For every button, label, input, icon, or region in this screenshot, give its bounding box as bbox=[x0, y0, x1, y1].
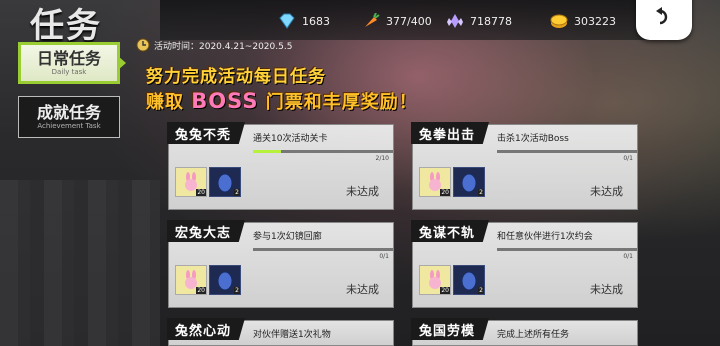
task-title: 兔兔不秃 bbox=[167, 122, 246, 144]
task-card: 兔兔不秃 通关10次活动关卡 2/10 20 2 未达成 bbox=[167, 122, 394, 210]
reward-egg[interactable]: 2 bbox=[453, 265, 485, 295]
crystal-icon bbox=[447, 14, 463, 28]
reward-egg[interactable]: 2 bbox=[209, 265, 241, 295]
reward-count: 20 bbox=[440, 287, 450, 294]
tab-daily-sublabel: Daily task bbox=[51, 68, 87, 76]
task-title: 兔拳出击 bbox=[411, 122, 490, 144]
diamond-icon bbox=[279, 13, 295, 29]
task-title: 兔国劳模 bbox=[411, 318, 490, 340]
reward-count: 20 bbox=[196, 287, 206, 294]
carrot-count: 377/400 bbox=[386, 14, 432, 28]
gold-count: 303223 bbox=[574, 14, 616, 28]
resource-crystal[interactable]: 718778 bbox=[446, 12, 512, 30]
tab-daily-label: 日常任务 bbox=[36, 49, 101, 68]
task-progress-bar bbox=[253, 150, 393, 153]
reward-count: 2 bbox=[478, 189, 484, 196]
reward-bunny-ticket[interactable]: 20 bbox=[419, 265, 451, 295]
page-title: 任务 bbox=[30, 6, 102, 46]
task-description: 和任意伙伴进行1次约会 bbox=[497, 232, 593, 242]
task-status: 未达成 bbox=[346, 283, 379, 296]
back-arrow-icon bbox=[656, 7, 668, 25]
task-description: 通关10次活动关卡 bbox=[253, 134, 328, 144]
reward-count: 2 bbox=[478, 287, 484, 294]
task-progress-text: 0/1 bbox=[379, 253, 389, 260]
task-card: 兔国劳模 完成上述所有任务 bbox=[411, 318, 638, 346]
egg-icon bbox=[461, 271, 477, 291]
reward-egg[interactable]: 2 bbox=[453, 167, 485, 197]
egg-icon bbox=[217, 271, 233, 291]
tab-achievement-sublabel: Achievement Task bbox=[37, 122, 101, 130]
reward-bunny-ticket[interactable]: 20 bbox=[175, 265, 207, 295]
crystal-count: 718778 bbox=[470, 14, 512, 28]
task-progress-text: 0/1 bbox=[623, 253, 633, 260]
background-scenery bbox=[0, 180, 160, 346]
reward-count: 20 bbox=[196, 189, 206, 196]
carrot-icon bbox=[365, 13, 380, 27]
task-card: 兔谋不轨 和任意伙伴进行1次约会 0/1 20 2 未达成 bbox=[411, 220, 638, 308]
reward-count: 2 bbox=[234, 189, 240, 196]
gold-coin-icon bbox=[550, 14, 568, 28]
task-title: 兔然心动 bbox=[167, 318, 246, 340]
task-progress-bar bbox=[497, 248, 637, 251]
task-progress-bar bbox=[253, 248, 393, 251]
task-description: 对伙伴赠送1次礼物 bbox=[253, 330, 331, 340]
task-progress-bar bbox=[497, 150, 637, 153]
task-title: 兔谋不轨 bbox=[411, 220, 490, 242]
task-card: 兔拳出击 击杀1次活动Boss 0/1 20 2 未达成 bbox=[411, 122, 638, 210]
tab-achievement-tasks[interactable]: 成就任务 Achievement Task bbox=[18, 96, 120, 138]
event-time: 活动时间：2020.4.21~2020.5.5 bbox=[136, 38, 292, 52]
task-card: 兔然心动 对伙伴赠送1次礼物 bbox=[167, 318, 394, 346]
reward-count: 2 bbox=[234, 287, 240, 294]
resource-diamond[interactable]: 1683 bbox=[278, 12, 330, 30]
reward-bunny-ticket[interactable]: 20 bbox=[175, 167, 207, 197]
resource-gold[interactable]: 303223 bbox=[550, 12, 616, 30]
egg-icon bbox=[217, 173, 233, 193]
diamond-count: 1683 bbox=[302, 14, 330, 28]
task-title: 宏兔大志 bbox=[167, 220, 246, 242]
task-description: 完成上述所有任务 bbox=[497, 330, 570, 340]
banner-prefix: 赚取 bbox=[146, 92, 184, 113]
egg-icon bbox=[461, 173, 477, 193]
reward-count: 20 bbox=[440, 189, 450, 196]
task-progress-fill bbox=[253, 150, 281, 153]
task-progress-text: 2/10 bbox=[375, 155, 389, 162]
task-card: 宏兔大志 参与1次幻镜回廊 0/1 20 2 未达成 bbox=[167, 220, 394, 308]
task-description: 参与1次幻镜回廊 bbox=[253, 232, 322, 242]
reward-bunny-ticket[interactable]: 20 bbox=[419, 167, 451, 197]
task-status: 未达成 bbox=[346, 185, 379, 198]
back-button[interactable] bbox=[636, 0, 692, 40]
event-time-label: 活动时间：2020.4.21~2020.5.5 bbox=[154, 41, 293, 52]
task-progress-text: 0/1 bbox=[623, 155, 633, 162]
banner-boss: BOSS bbox=[191, 89, 259, 113]
clock-icon bbox=[136, 38, 150, 52]
tab-daily-tasks[interactable]: 日常任务 Daily task bbox=[18, 42, 120, 84]
resource-carrot[interactable]: 377/400 bbox=[362, 12, 432, 30]
banner-subheadline: 赚取 BOSS 门票和丰厚奖励！ bbox=[146, 88, 418, 114]
banner-suffix: 门票和丰厚奖励！ bbox=[265, 92, 418, 113]
task-status: 未达成 bbox=[590, 185, 623, 198]
tab-pointer bbox=[118, 56, 126, 70]
tab-achievement-label: 成就任务 bbox=[36, 103, 101, 122]
reward-egg[interactable]: 2 bbox=[209, 167, 241, 197]
task-status: 未达成 bbox=[590, 283, 623, 296]
task-description: 击杀1次活动Boss bbox=[497, 134, 569, 144]
banner-headline: 努力完成活动每日任务 bbox=[146, 67, 326, 87]
